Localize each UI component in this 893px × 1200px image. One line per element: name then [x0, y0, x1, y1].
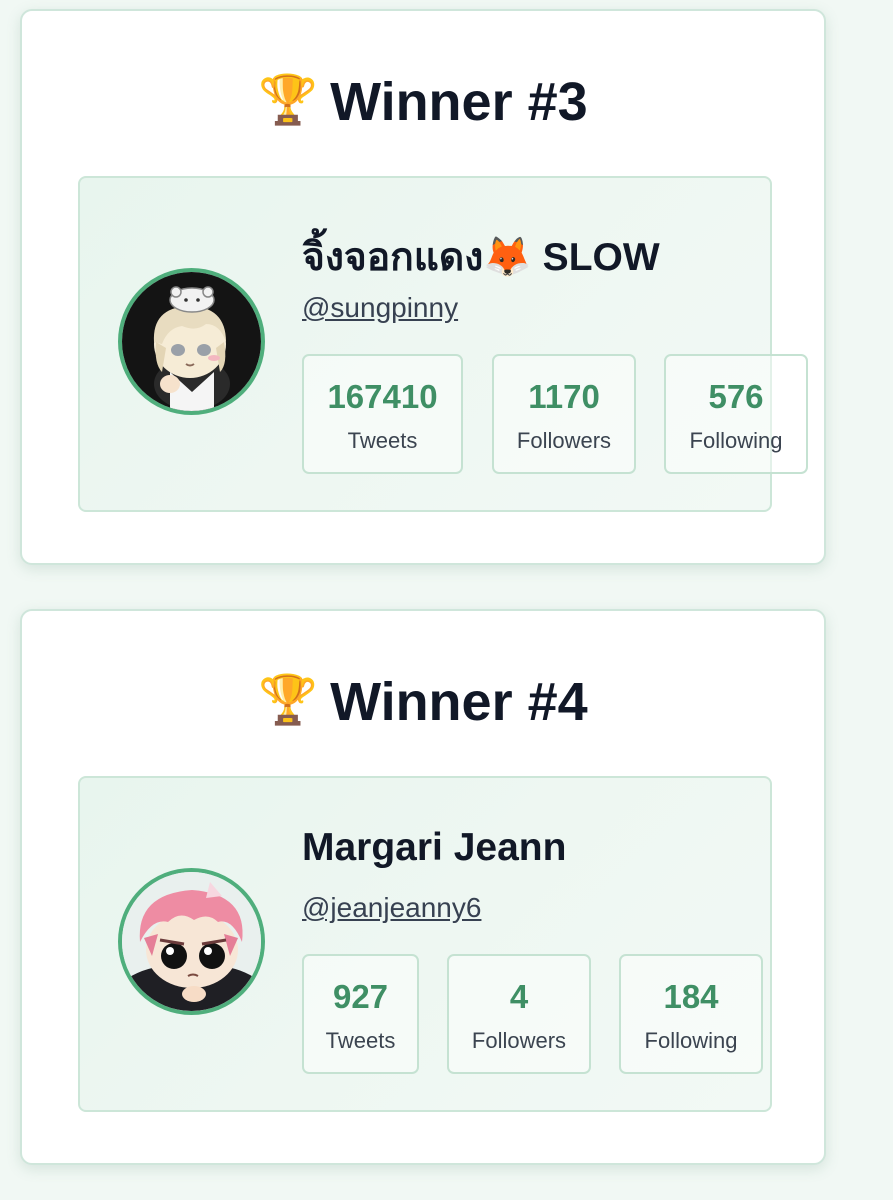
- display-name: Margari Jeann: [302, 826, 567, 869]
- winner-card-4: 🏆 Winner #4 Margari Jeann @jeanjeanny6 9…: [20, 609, 826, 1165]
- stat-value: 1170: [528, 378, 600, 415]
- stat-value: 167410: [327, 378, 438, 415]
- winner-title-text: Winner #3: [330, 72, 588, 132]
- stat-label: Followers: [516, 428, 612, 453]
- winner-title-text: Winner #4: [330, 672, 588, 732]
- stat-label: Following: [689, 428, 783, 453]
- stat-label: Tweets: [325, 1028, 396, 1053]
- stat-label: Followers: [471, 1028, 567, 1053]
- stat-followers: 4 Followers: [447, 954, 591, 1074]
- display-name: จิ้งจอกแดง🦊 SLOW: [302, 236, 660, 279]
- winner-title: 🏆 Winner #3: [22, 71, 824, 133]
- avatar[interactable]: [118, 868, 265, 1015]
- avatar-illustration: [122, 272, 261, 411]
- stat-following: 576 Following: [664, 354, 808, 474]
- stat-value: 927: [332, 978, 389, 1015]
- winner-card-3: 🏆 Winner #3 จิ้งจอกแดง🦊 SLOW @sungpinny …: [20, 9, 826, 565]
- avatar[interactable]: [118, 268, 265, 415]
- profile-panel: Margari Jeann @jeanjeanny6 927 Tweets 4 …: [78, 776, 772, 1112]
- winner-title: 🏆 Winner #4: [22, 671, 824, 733]
- profile-handle-link[interactable]: @jeanjeanny6: [302, 892, 481, 924]
- stat-followers: 1170 Followers: [492, 354, 636, 474]
- stat-value: 184: [663, 978, 719, 1015]
- stat-tweets: 927 Tweets: [302, 954, 419, 1074]
- trophy-icon: 🏆: [258, 674, 319, 727]
- stat-value: 4: [509, 978, 529, 1015]
- trophy-icon: 🏆: [258, 74, 319, 127]
- profile-handle-link[interactable]: @sungpinny: [302, 292, 458, 324]
- avatar-illustration: [122, 872, 261, 1011]
- stat-label: Following: [644, 1028, 738, 1053]
- profile-panel: จิ้งจอกแดง🦊 SLOW @sungpinny 167410 Tweet…: [78, 176, 808, 512]
- stat-label: Tweets: [347, 428, 418, 453]
- stat-following: 184 Following: [619, 954, 763, 1074]
- stat-tweets: 167410 Tweets: [302, 354, 463, 474]
- stat-value: 576: [708, 378, 764, 415]
